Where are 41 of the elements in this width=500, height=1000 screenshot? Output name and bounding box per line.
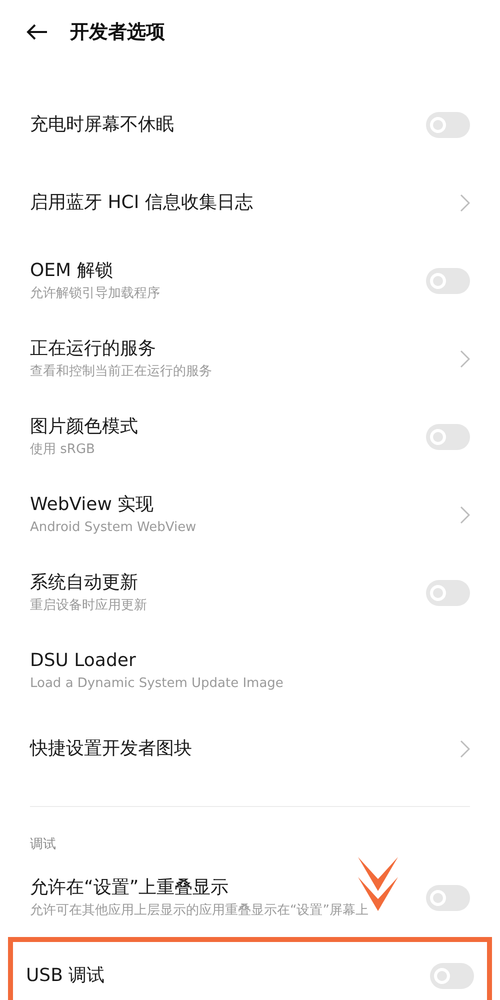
setting-title: WebView 实现 [30,494,155,516]
setting-description: 允许可在其他应用上层显示的应用重叠显示在“设置”屏幕上 [30,903,370,920]
chevron-right-icon [460,350,470,368]
back-arrow-icon[interactable] [26,24,48,40]
settings-row[interactable]: 图片颜色模式 使用 sRGB [0,398,500,476]
page-title: 开发者选项 [70,20,165,45]
toggle-switch[interactable] [426,268,470,294]
setting-description: 允许解锁引导加载程序 [30,286,161,302]
settings-row[interactable]: 允许在“设置”上重叠显示 允许可在其他应用上层显示的应用重叠显示在“设置”屏幕上 [0,859,500,937]
setting-description: 重启设备时应用更新 [30,598,148,614]
toggle-switch[interactable] [426,424,470,450]
settings-row[interactable]: 系统自动更新 重启设备时应用更新 [0,554,500,632]
settings-row[interactable]: WebView 实现 Android System WebView [0,476,500,554]
setting-description: Android System WebView [30,520,198,536]
chevron-right-icon [460,506,470,524]
setting-description: 使用 sRGB [30,442,96,458]
setting-title: 允许在“设置”上重叠显示 [30,876,230,900]
setting-title: 充电时屏幕不休眠 [30,114,175,136]
setting-title: 快捷设置开发者图块 [30,738,193,760]
setting-title: USB 调试 [26,964,106,988]
settings-row[interactable]: OEM 解锁 允许解锁引导加载程序 [0,242,500,320]
chevron-right-icon [460,194,470,212]
setting-title: 启用蓝牙 HCI 信息收集日志 [30,192,254,214]
chevron-right-icon [460,740,470,758]
toggle-switch[interactable] [430,963,474,989]
toggle-switch[interactable] [426,112,470,138]
settings-row[interactable]: 正在运行的服务 查看和控制当前正在运行的服务 [0,320,500,398]
settings-row[interactable]: 快捷设置开发者图块 [0,710,500,788]
settings-row[interactable]: 充电时屏幕不休眠 [0,86,500,164]
settings-row[interactable]: 启用蓝牙 HCI 信息收集日志 [0,164,500,242]
toggle-switch[interactable] [426,580,470,606]
settings-row[interactable]: DSU Loader Load a Dynamic System Update Image [0,632,500,710]
setting-title: 系统自动更新 [30,572,139,594]
setting-title: 图片颜色模式 [30,416,139,438]
toggle-switch[interactable] [426,885,470,911]
setting-description: 查看和控制当前正在运行的服务 [30,364,213,380]
setting-title: OEM 解锁 [30,260,114,282]
section-label: 调试 [30,837,56,852]
setting-description: Load a Dynamic System Update Image [30,676,284,692]
setting-title: 正在运行的服务 [30,338,157,360]
setting-title: DSU Loader [30,650,137,672]
